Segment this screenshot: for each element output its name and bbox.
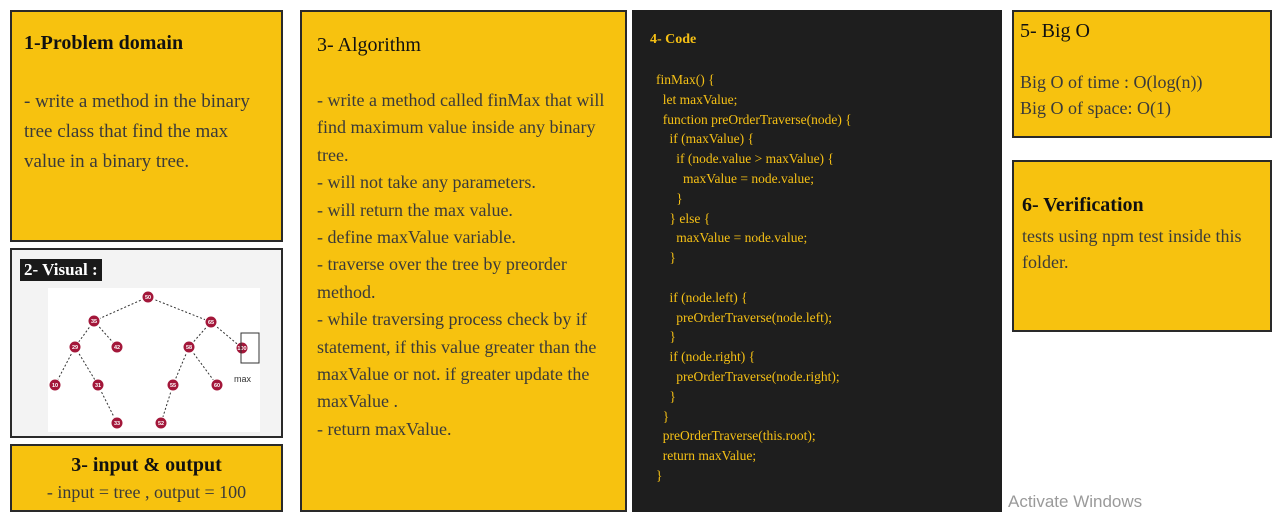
tree-node: 58 [182,340,196,354]
tree-node: 50 [141,290,155,304]
tree-node-label: 65 [208,320,214,326]
verification-title: 6- Verification [1022,194,1144,216]
tree-node: 65 [204,315,218,329]
tree-node-label: 60 [214,383,220,389]
code-title: 4- Code [650,32,697,47]
big-o-space: Big O of space: O(1) [1020,98,1171,118]
tree-node: 29 [68,340,82,354]
input-output-text: - input = tree , output = 100 [46,482,247,502]
visual-card: 2- Visual : 50 35 65 29 42 58 100 10 31 55 60 33 52 … [10,248,283,438]
tree-node: 60 [210,378,224,392]
algorithm-step: - will return the max value. [317,199,513,220]
algorithm-step: - traverse over the tree by preorder met… [317,254,567,302]
tree-node: 33 [110,416,124,430]
verification-card: 6- Verification tests using npm test ins… [1012,160,1272,332]
input-output-title: 3- input & output [71,454,222,476]
big-o-title: 5- Big O [1020,20,1090,42]
binary-tree-diagram: 50 35 65 29 42 58 100 10 31 55 60 33 52 max [48,288,260,432]
algorithm-step: - will not take any parameters. [317,172,536,193]
big-o-time: Big O of time : O(log(n)) [1020,72,1203,92]
tree-node-label: 52 [158,421,164,427]
tree-node-label: 58 [186,345,192,351]
tree-node-label: 10 [52,383,58,389]
tree-node-label: 33 [114,421,120,427]
tree-node: 100 [235,341,249,355]
problem-domain-text: - write a method in the binary tree clas… [24,91,250,172]
algorithm-title: 3- Algorithm [317,34,421,56]
tree-node-label: 31 [95,383,101,389]
input-output-card: 3- input & output - input = tree , outpu… [10,444,283,512]
algorithm-step: - return maxValue. [317,418,452,439]
tree-node-label: 29 [72,345,78,351]
tree-node: 55 [166,378,180,392]
max-annotation: max [234,374,252,384]
algorithm-step: - while traversing process check by if s… [317,309,597,412]
algorithm-card: 3- Algorithm - write a method called fin… [300,10,627,512]
tree-node: 42 [110,340,124,354]
tree-node: 35 [87,314,101,328]
tree-node-label: 35 [91,319,97,325]
tree-node: 31 [91,378,105,392]
problem-domain-title: 1-Problem domain [24,32,184,54]
tree-node-label: 100 [237,346,246,352]
problem-domain-card: 1-Problem domain - write a method in the… [10,10,283,242]
activate-windows-watermark: Activate Windows [1008,492,1143,511]
tree-node-label: 55 [170,383,176,389]
algorithm-step: - define maxValue variable. [317,227,516,248]
code-panel: 4- Code finMax() { let maxValue; functio… [632,10,1002,512]
visual-title: 2- Visual : [20,259,102,281]
verification-text: tests using npm test inside this folder. [1022,226,1242,272]
code-block: finMax() { let maxValue; function preOrd… [656,72,852,483]
algorithm-steps: - write a method called finMax that will… [317,87,610,443]
tree-node: 10 [48,378,62,392]
tree-node-label: 50 [145,295,151,301]
tree-node-label: 42 [114,345,120,351]
algorithm-step: - write a method called finMax that will… [317,90,605,165]
tree-node: 52 [154,416,168,430]
big-o-card: 5- Big O Big O of time : O(log(n)) Big O… [1012,10,1272,138]
